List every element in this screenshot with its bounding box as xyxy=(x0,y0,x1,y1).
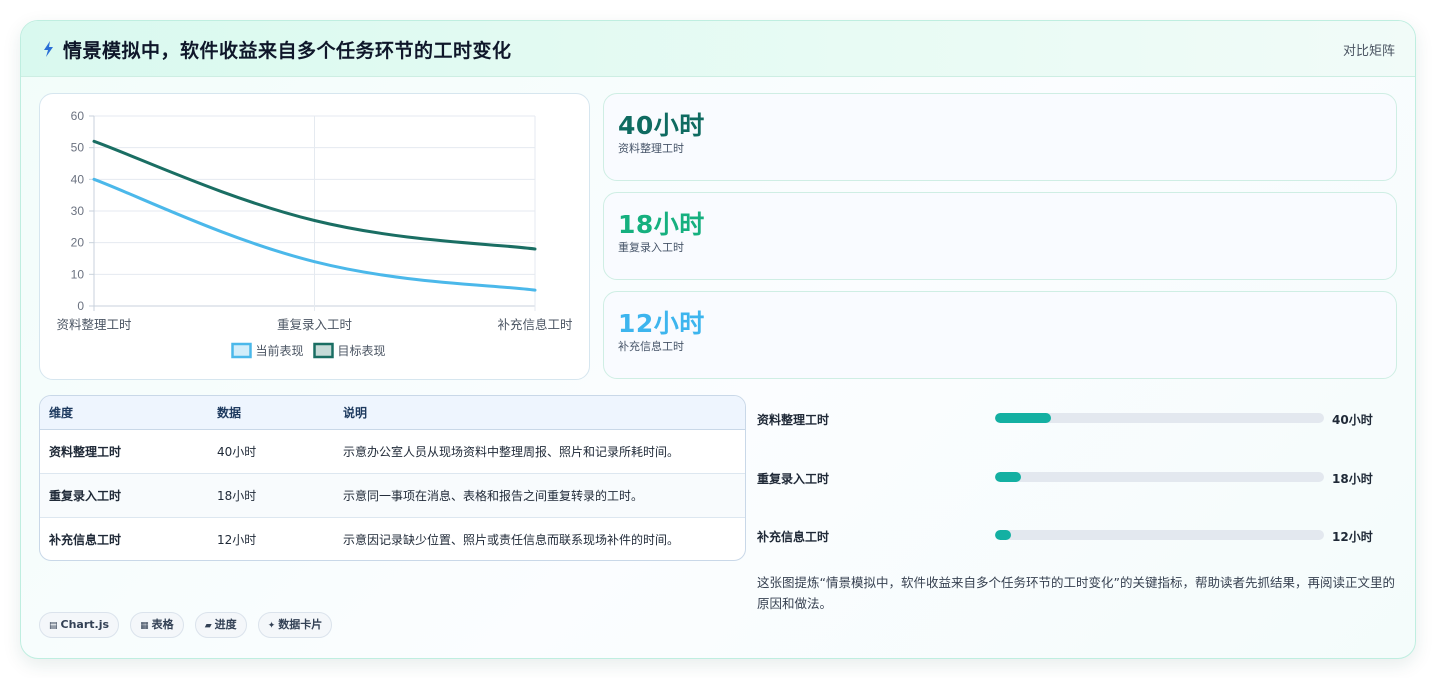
progress-value: 18小时 xyxy=(1332,472,1373,486)
column-header: 说明 xyxy=(334,396,745,430)
kpi-label: 补充信息工时 xyxy=(618,340,684,353)
table-row: 资料整理工时 40小时 示意办公室人员从现场资料中整理周报、照片和记录所耗时间。 xyxy=(40,429,745,474)
chip-label: 进度 xyxy=(214,618,237,631)
table-cell: 示意办公室人员从现场资料中整理周报、照片和记录所耗时间。 xyxy=(334,429,745,474)
progress-icon: ▰ xyxy=(204,621,212,631)
table-icon: ▦ xyxy=(140,621,149,631)
table-cell: 补充信息工时 xyxy=(49,533,122,547)
table-cell: 40小时 xyxy=(208,429,334,474)
table-cell: 18小时 xyxy=(208,473,334,518)
chip-label: 表格 xyxy=(151,618,174,631)
chip-data-cards[interactable]: ✦ 数据卡片 xyxy=(257,612,333,638)
page-title: 情景模拟中，软件收益来自多个任务环节的工时变化 xyxy=(63,40,512,62)
table-cell: 重复录入工时 xyxy=(40,473,208,518)
x-tick-label: 补充信息工时 xyxy=(497,317,573,332)
header-tag: 对比矩阵 xyxy=(1342,44,1395,59)
tech-chips: ▤ Chart.js ▦ 表格 ▰ 进度 ✦ 数据卡片 xyxy=(39,612,338,638)
kpi-card: 18小时 重复录入工时 xyxy=(603,192,1397,280)
progress-fill xyxy=(995,530,1012,540)
x-tick-label: 重复录入工时 xyxy=(277,317,353,332)
data-table: 维度 数据 说明 资料整理工时 40小时 示意办公室人员从现场资料中整理周报、照… xyxy=(39,395,746,561)
chart-icon: ▤ xyxy=(49,621,58,631)
y-tick-label: 60 xyxy=(71,109,85,123)
legend-label: 目标表现 xyxy=(338,344,386,358)
kpi-label: 资料整理工时 xyxy=(618,142,684,155)
y-tick-label: 0 xyxy=(77,299,84,313)
line-chart: 0 10 20 30 40 50 60 资料整理工时 重复录入工时 补充信息工时当前表现 目标表现 xyxy=(39,93,590,380)
table-cell: 示意同一事项在消息、表格和报告之间重复转录的工时。 xyxy=(334,473,745,518)
progress-track xyxy=(995,472,1324,482)
progress-row: 资料整理工时 40小时 xyxy=(757,409,1397,429)
progress-value: 12小时 xyxy=(1332,530,1373,544)
header: 情景模拟中，软件收益来自多个任务环节的工时变化 对比矩阵 xyxy=(21,21,1415,77)
kpi-card: 40小时 资料整理工时 xyxy=(603,93,1397,181)
progress-fill xyxy=(995,472,1022,482)
column-header: 数据 xyxy=(208,396,334,430)
y-tick-label: 30 xyxy=(71,204,85,218)
column-header: 维度 xyxy=(40,396,208,430)
chip-label: Chart.js xyxy=(60,618,110,631)
table-row: 补充信息工时 12小时 示意因记录缺少位置、照片或责任信息而联系现场补件的时间。 xyxy=(40,518,745,561)
y-tick-label: 40 xyxy=(71,172,85,186)
sparkle-icon: ✦ xyxy=(267,621,276,631)
legend-swatch xyxy=(231,342,252,359)
chip-table[interactable]: ▦ 表格 xyxy=(130,612,184,638)
kpi-value: 18小时 xyxy=(618,210,705,239)
table-header-row: 维度 数据 说明 xyxy=(40,396,745,430)
kpi-value: 40小时 xyxy=(618,111,705,140)
progress-label: 重复录入工时 xyxy=(757,472,830,486)
progress-track xyxy=(995,413,1324,423)
x-tick-label: 资料整理工时 xyxy=(56,317,132,332)
chart-svg: 0 10 20 30 40 50 60 资料整理工时 重复录入工时 补充信息工时当前表现 目标表现 xyxy=(56,109,573,359)
table-cell: 示意因记录缺少位置、照片或责任信息而联系现场补件的时间。 xyxy=(343,533,680,547)
card: 情景模拟中，软件收益来自多个任务环节的工时变化 对比矩阵 0 10 20 30 40 50… xyxy=(20,20,1416,659)
progress-label: 补充信息工时 xyxy=(757,530,830,544)
lightning-icon xyxy=(44,41,53,57)
progress-fill xyxy=(995,413,1051,423)
legend-swatch xyxy=(313,342,334,359)
legend-label: 当前表现 xyxy=(256,343,304,358)
y-tick-label: 20 xyxy=(71,236,85,250)
summary-text: 这张图提炼“情景模拟中，软件收益来自多个任务环节的工时变化”的关键指标，帮助读者… xyxy=(757,575,1395,611)
progress-value: 40小时 xyxy=(1332,413,1373,427)
table-cell: 资料整理工时 xyxy=(40,429,208,474)
progress-row: 补充信息工时 12小时 xyxy=(757,526,1397,546)
chip-label: 数据卡片 xyxy=(278,618,323,631)
progress-label: 资料整理工时 xyxy=(757,413,830,427)
progress-track xyxy=(995,530,1324,540)
kpi-card: 12小时 补充信息工时 xyxy=(603,291,1397,379)
table-cell: 12小时 xyxy=(217,533,257,547)
chip-progress[interactable]: ▰ 进度 xyxy=(194,612,247,638)
y-tick-label: 10 xyxy=(71,267,85,281)
progress-row: 重复录入工时 18小时 xyxy=(757,468,1397,488)
chip-chartjs[interactable]: ▤ Chart.js xyxy=(39,612,120,638)
y-tick-label: 50 xyxy=(71,141,85,155)
kpi-label: 重复录入工时 xyxy=(618,241,684,254)
kpi-value: 12小时 xyxy=(618,309,705,338)
table-row: 重复录入工时 18小时 示意同一事项在消息、表格和报告之间重复转录的工时。 xyxy=(40,473,745,518)
